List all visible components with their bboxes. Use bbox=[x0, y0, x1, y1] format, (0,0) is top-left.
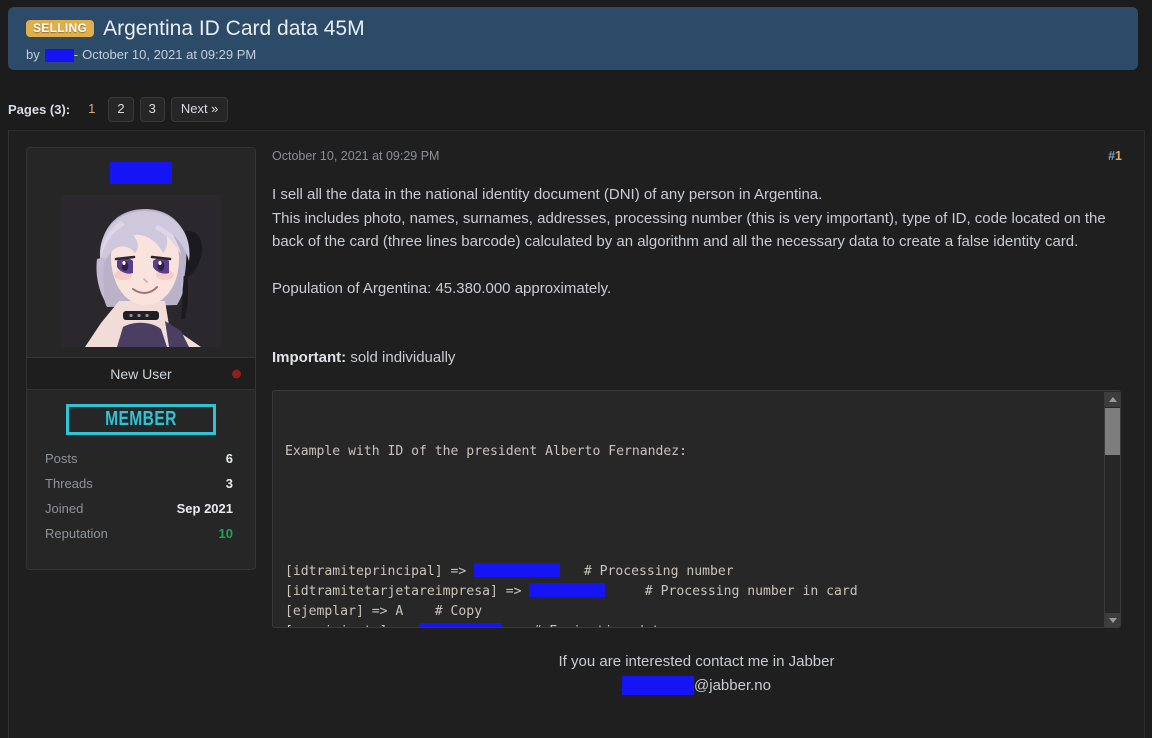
user-title-bar: New User bbox=[27, 357, 255, 390]
redacted-username-sidebar[interactable] bbox=[110, 162, 172, 184]
post-paragraph-2: This includes photo, names, surnames, ad… bbox=[272, 209, 1106, 251]
thread-posted-date: October 10, 2021 at 09:29 PM bbox=[82, 47, 257, 62]
scroll-up-button[interactable] bbox=[1105, 391, 1120, 407]
member-badge: MEMBER bbox=[66, 404, 216, 435]
post-sidebar: New User MEMBER Posts 6 Threads 3 Joined… bbox=[9, 131, 256, 738]
user-title-label: New User bbox=[110, 365, 172, 382]
stat-row-reputation: Reputation 10 bbox=[45, 526, 233, 551]
code-line-comment: # Processing number in card bbox=[605, 583, 858, 599]
code-block[interactable]: Example with ID of the president Alberto… bbox=[272, 389, 1121, 628]
code-line: [ejemplar] => A # Copy bbox=[285, 602, 1120, 622]
post-number[interactable]: #1 bbox=[1108, 149, 1122, 163]
stat-value-threads: 3 bbox=[225, 476, 233, 491]
stat-label-threads: Threads bbox=[45, 476, 93, 491]
code-scrollbar[interactable] bbox=[1104, 391, 1120, 627]
contact-line-1: If you are interested contact me in Jabb… bbox=[558, 652, 835, 670]
important-text: sold individually bbox=[346, 349, 456, 366]
redacted-value bbox=[529, 582, 606, 597]
post-container: New User MEMBER Posts 6 Threads 3 Joined… bbox=[8, 130, 1145, 738]
code-line: [vencimiento] => # Expiration date bbox=[285, 622, 1120, 627]
code-line-heading: Example with ID of the president Alberto… bbox=[285, 443, 688, 459]
stat-row-posts: Posts 6 bbox=[45, 451, 233, 476]
paragraph-spacer-3 bbox=[272, 323, 1122, 346]
selling-badge: SELLING bbox=[26, 20, 95, 37]
paragraph-spacer-2 bbox=[272, 300, 1122, 323]
code-line-key: [vencimiento] => bbox=[285, 624, 419, 627]
jabber-domain: @jabber.no bbox=[694, 676, 771, 694]
byline-separator: - bbox=[73, 47, 79, 62]
chevron-down-icon bbox=[1108, 617, 1117, 623]
code-line-comment: # Processing number bbox=[560, 563, 734, 579]
stat-label-joined: Joined bbox=[45, 501, 84, 516]
avatar-image bbox=[61, 195, 221, 347]
user-avatar-area bbox=[27, 148, 255, 357]
post-number-value: 1 bbox=[1115, 149, 1122, 163]
post-content: October 10, 2021 at 09:29 PM #1 I sell a… bbox=[256, 131, 1144, 738]
code-line-key: [idtramitetarjetareimpresa] => bbox=[285, 583, 530, 599]
page-link-1[interactable]: 1 bbox=[81, 98, 102, 120]
code-lines: [idtramiteprincipal] => # Processing num… bbox=[285, 562, 1120, 627]
member-badge-label: MEMBER bbox=[105, 408, 177, 430]
post-important-line: Important: sold individually bbox=[272, 346, 1122, 370]
avatar[interactable] bbox=[61, 195, 221, 347]
redacted-value bbox=[474, 562, 561, 577]
post-number-hash: # bbox=[1108, 149, 1116, 163]
user-stats: Posts 6 Threads 3 Joined Sep 2021 Reputa… bbox=[27, 445, 255, 569]
code-line-comment: # Expiration date bbox=[502, 624, 668, 627]
post-body: I sell all the data in the national iden… bbox=[272, 183, 1122, 370]
redacted-jabber-handle bbox=[622, 676, 695, 695]
forum-thread-page: SELLING Argentina ID Card data 45M by - … bbox=[0, 0, 1152, 738]
contact-line-2: @jabber.no bbox=[272, 674, 1121, 698]
stat-row-joined: Joined Sep 2021 bbox=[45, 501, 233, 526]
contact-block: If you are interested contact me in Jabb… bbox=[272, 650, 1121, 698]
status-offline-dot bbox=[232, 369, 241, 378]
code-line-key: [ejemplar] => A # Copy bbox=[285, 603, 483, 619]
code-line: [idtramiteprincipal] => # Processing num… bbox=[285, 562, 1120, 582]
code-block-content: Example with ID of the president Alberto… bbox=[273, 391, 1120, 627]
post-date: October 10, 2021 at 09:29 PM bbox=[272, 149, 440, 163]
thread-header-banner: SELLING Argentina ID Card data 45M by - … bbox=[8, 7, 1138, 70]
stat-row-threads: Threads 3 bbox=[45, 476, 233, 501]
thread-title-row: SELLING Argentina ID Card data 45M bbox=[26, 16, 1138, 41]
chevron-up-icon bbox=[1108, 396, 1117, 402]
page-title: Argentina ID Card data 45M bbox=[103, 16, 365, 40]
important-label: Important: bbox=[272, 349, 347, 366]
paragraph-spacer-1 bbox=[272, 254, 1122, 277]
redacted-username bbox=[44, 48, 74, 62]
post-paragraph-1: I sell all the data in the national iden… bbox=[272, 186, 823, 203]
post-paragraph-3: Population of Argentina: 45.380.000 appr… bbox=[272, 279, 612, 297]
user-card: New User MEMBER Posts 6 Threads 3 Joined… bbox=[26, 147, 256, 570]
code-line: [idtramitetarjetareimpresa] => # Process… bbox=[285, 582, 1120, 602]
page-link-2[interactable]: 2 bbox=[108, 96, 134, 122]
stat-label-posts: Posts bbox=[45, 451, 78, 466]
pagination: Pages (3): 1 2 3 Next » bbox=[8, 96, 229, 122]
stat-value-reputation[interactable]: 10 bbox=[219, 526, 233, 541]
post-meta: October 10, 2021 at 09:29 PM #1 bbox=[272, 147, 1122, 165]
stat-value-joined: Sep 2021 bbox=[176, 501, 233, 516]
redacted-value bbox=[419, 622, 503, 627]
code-scrollbar-thumb[interactable] bbox=[1105, 407, 1120, 455]
page-link-3[interactable]: 3 bbox=[139, 96, 165, 122]
thread-byline: by - October 10, 2021 at 09:29 PM bbox=[26, 47, 1138, 63]
member-badge-wrap: MEMBER bbox=[27, 390, 255, 445]
page-next-button[interactable]: Next » bbox=[170, 96, 229, 122]
scroll-down-button[interactable] bbox=[1105, 612, 1120, 627]
byline-by-label: by bbox=[26, 47, 40, 62]
code-line-key: [idtramiteprincipal] => bbox=[285, 563, 475, 579]
stat-label-reputation: Reputation bbox=[45, 526, 108, 541]
pagination-label: Pages (3): bbox=[8, 101, 71, 117]
stat-value-posts: 6 bbox=[225, 451, 233, 466]
